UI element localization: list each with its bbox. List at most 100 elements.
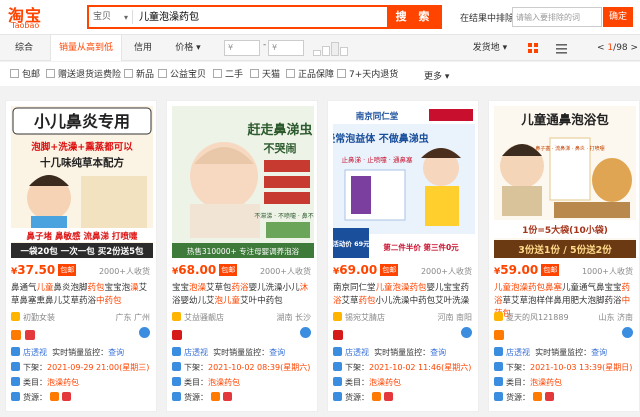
checkbox[interactable] [46,69,55,78]
search-input[interactable]: 儿童泡澡药包 [139,10,199,25]
filter-second-hand[interactable]: 二手 [213,69,243,81]
price-range-chart-icon[interactable] [313,42,353,56]
info-icon[interactable] [139,327,150,338]
filter-new[interactable]: 新品 [124,69,154,81]
pager-next-icon[interactable]: > [631,43,639,53]
svg-text:不哭闹: 不哭闹 [264,141,297,155]
product-card[interactable]: 小儿鼻炎专用 泡脚+洗澡+熏蒸都可以 十几味纯草本配方 鼻子堵 鼻敏感 流鼻涕 … [5,100,157,412]
shop-name[interactable]: 夏天的风121889 [494,312,569,323]
source-1688-icon[interactable] [211,392,220,401]
product-title[interactable]: 宝宝泡澡艾草包药浴婴儿洗澡小儿沐浴婴幼儿艾泡儿童艾叶中药包 [172,282,314,308]
shop-name[interactable]: 艾益骚靓店 [172,312,224,323]
more-filters[interactable]: 更多 ▾ [424,69,449,82]
confirm-button[interactable]: 确定 [603,7,633,27]
checkbox[interactable] [337,69,346,78]
category-link[interactable]: 泡澡药包 [530,378,562,387]
exclude-input[interactable]: 请输入要排除的词 [512,7,602,27]
shop-icon [172,312,181,321]
top-header: 淘宝 Taobao 宝贝 儿童泡澡药包 搜 索 在结果中排除 请输入要排除的词 … [0,0,640,34]
exclude-label: 在结果中排除 [460,14,515,24]
product-image[interactable]: 赶走鼻涕虫 不哭闹 不滞涕 · 不喷嚏 · 鼻不堵 热售310000+ 专注母婴… [172,106,314,258]
monitor-row: 店透视 实时销量监控：查询 [172,347,285,358]
product-card[interactable]: 儿童通鼻泡浴包 鼻子塞 · 流鼻涕 · 鼻炎 · 打喷嚏 1份=5大袋(10小袋… [488,100,640,412]
category-row: 类目：泡澡药包 [11,377,79,388]
grid-view-icon[interactable] [528,43,539,54]
tab-sales-desc[interactable]: 销量从高到低 [50,35,122,61]
filter-free-shipping[interactable]: 包邮 [10,69,40,81]
checkbox[interactable] [10,69,19,78]
clock-icon [11,362,20,371]
product-title[interactable]: 鼻通气儿童鼻炎泡脚药包宝宝泡澡艾草鼻塞熏鼻儿艾草药浴中药包 [11,282,153,308]
shop-insight-icon [333,347,342,356]
category-link[interactable]: 泡澡药包 [369,378,401,387]
product-card[interactable]: 赶走鼻涕虫 不哭闹 不滞涕 · 不喷嚏 · 鼻不堵 热售310000+ 专注母婴… [166,100,318,412]
filter-tmall[interactable]: 天猫 [250,69,280,81]
search-category-select[interactable]: 宝贝 [93,10,130,25]
category-link[interactable]: 泡澡药包 [47,378,79,387]
info-icon[interactable] [622,327,633,338]
checkbox[interactable] [158,69,167,78]
logo-subtext: Taobao [11,21,40,30]
info-icon[interactable] [300,327,311,338]
filter-bar: 包邮 赠送退货运费险 新品 公益宝贝 二手 天猫 正品保障 7+天内退货 更多 … [0,62,640,86]
filter-genuine[interactable]: 正品保障 [286,69,334,81]
product-card[interactable]: 南京同仁堂 经常泡益体 不做鼻涕虫 止鼻涕 · 止喷嚏 · 通鼻塞 第二件半价 … [327,100,479,412]
monitor-row: 店透视 实时销量监控：查询 [11,347,124,358]
query-link[interactable]: 查询 [269,348,285,357]
category-link[interactable]: 泡澡药包 [208,378,240,387]
shop-name[interactable]: 初勤女装 [11,312,55,323]
pager-prev-icon[interactable]: < [597,43,605,53]
shop-icon [494,312,503,321]
tab-comprehensive[interactable]: 综合 [6,35,42,61]
category-icon [333,377,342,386]
price-min-input[interactable]: ¥ [224,40,260,56]
query-link[interactable]: 查询 [430,348,446,357]
product-image[interactable]: 小儿鼻炎专用 泡脚+洗澡+熏蒸都可以 十几味纯草本配方 鼻子堵 鼻敏感 流鼻涕 … [11,106,153,258]
source-alt-icon[interactable] [62,392,71,401]
category-row: 类目：泡澡药包 [494,377,562,388]
source-1688-icon[interactable] [533,392,542,401]
source-alt-icon[interactable] [223,392,232,401]
taobao-logo[interactable]: 淘宝 Taobao [8,4,60,32]
svg-text:赶走鼻涕虫: 赶走鼻涕虫 [246,122,312,138]
product-title[interactable]: 南京同仁堂儿童泡澡药包婴儿宝宝药浴艾草药包小儿洗澡中药包艾叶洗澡 [333,282,475,308]
svg-text:南京同仁堂: 南京同仁堂 [356,111,399,122]
source-1688-icon[interactable] [50,392,59,401]
checkbox[interactable] [250,69,259,78]
product-price: ¥68.00 包邮 [172,263,238,277]
search-button[interactable]: 搜 索 [387,5,442,29]
info-icon[interactable] [461,327,472,338]
filter-7day-return[interactable]: 7+天内退货 [337,69,398,81]
query-link[interactable]: 查询 [108,348,124,357]
list-view-icon[interactable] [556,43,567,54]
filter-return-insurance[interactable]: 赠送退货运费险 [46,69,121,81]
checkbox[interactable] [124,69,133,78]
product-image[interactable]: 儿童通鼻泡浴包 鼻子塞 · 流鼻涕 · 鼻炎 · 打喷嚏 1份=5大袋(10小袋… [494,106,636,258]
query-link[interactable]: 查询 [591,348,607,357]
tab-credit[interactable]: 信用 [126,35,160,61]
source-alt-icon[interactable] [545,392,554,401]
shop-location: 河南 南阳 [437,313,472,322]
product-price: ¥69.00 包邮 [333,263,399,277]
source-1688-icon[interactable] [372,392,381,401]
checkbox[interactable] [213,69,222,78]
svg-text:鼻子堵 鼻敏感 流鼻涕 打喷嚏: 鼻子堵 鼻敏感 流鼻涕 打喷嚏 [27,231,138,242]
shop-name[interactable]: 锡宛艾腈店 [333,312,385,323]
delist-row: 下架：2021-10-02 08:39(星期六) [172,362,310,373]
sales-count: 2000+人收货 [98,267,150,276]
shop-icon [333,312,342,321]
product-image-art: 南京同仁堂 经常泡益体 不做鼻涕虫 止鼻涕 · 止喷嚏 · 通鼻塞 第二件半价 … [333,106,475,258]
tab-price[interactable]: 价格 ▾ [170,35,206,61]
service-badges [333,330,347,340]
price-max-input[interactable]: ¥ [268,40,304,56]
svg-text:不滞涕 · 不喷嚏 · 鼻不堵: 不滞涕 · 不喷嚏 · 鼻不堵 [254,212,314,220]
checkbox[interactable] [286,69,295,78]
source-alt-icon[interactable] [384,392,393,401]
ship-from-select[interactable]: 发货地 ▾ [470,35,510,61]
source-icon [333,392,342,401]
pager: < 1/98 > [597,35,638,61]
gold-seller-icon [494,330,504,340]
filter-charity[interactable]: 公益宝贝 [158,69,206,81]
ship-from-label: 发货地 [472,43,500,53]
product-image[interactable]: 南京同仁堂 经常泡益体 不做鼻涕虫 止鼻涕 · 止喷嚏 · 通鼻塞 第二件半价 … [333,106,475,258]
